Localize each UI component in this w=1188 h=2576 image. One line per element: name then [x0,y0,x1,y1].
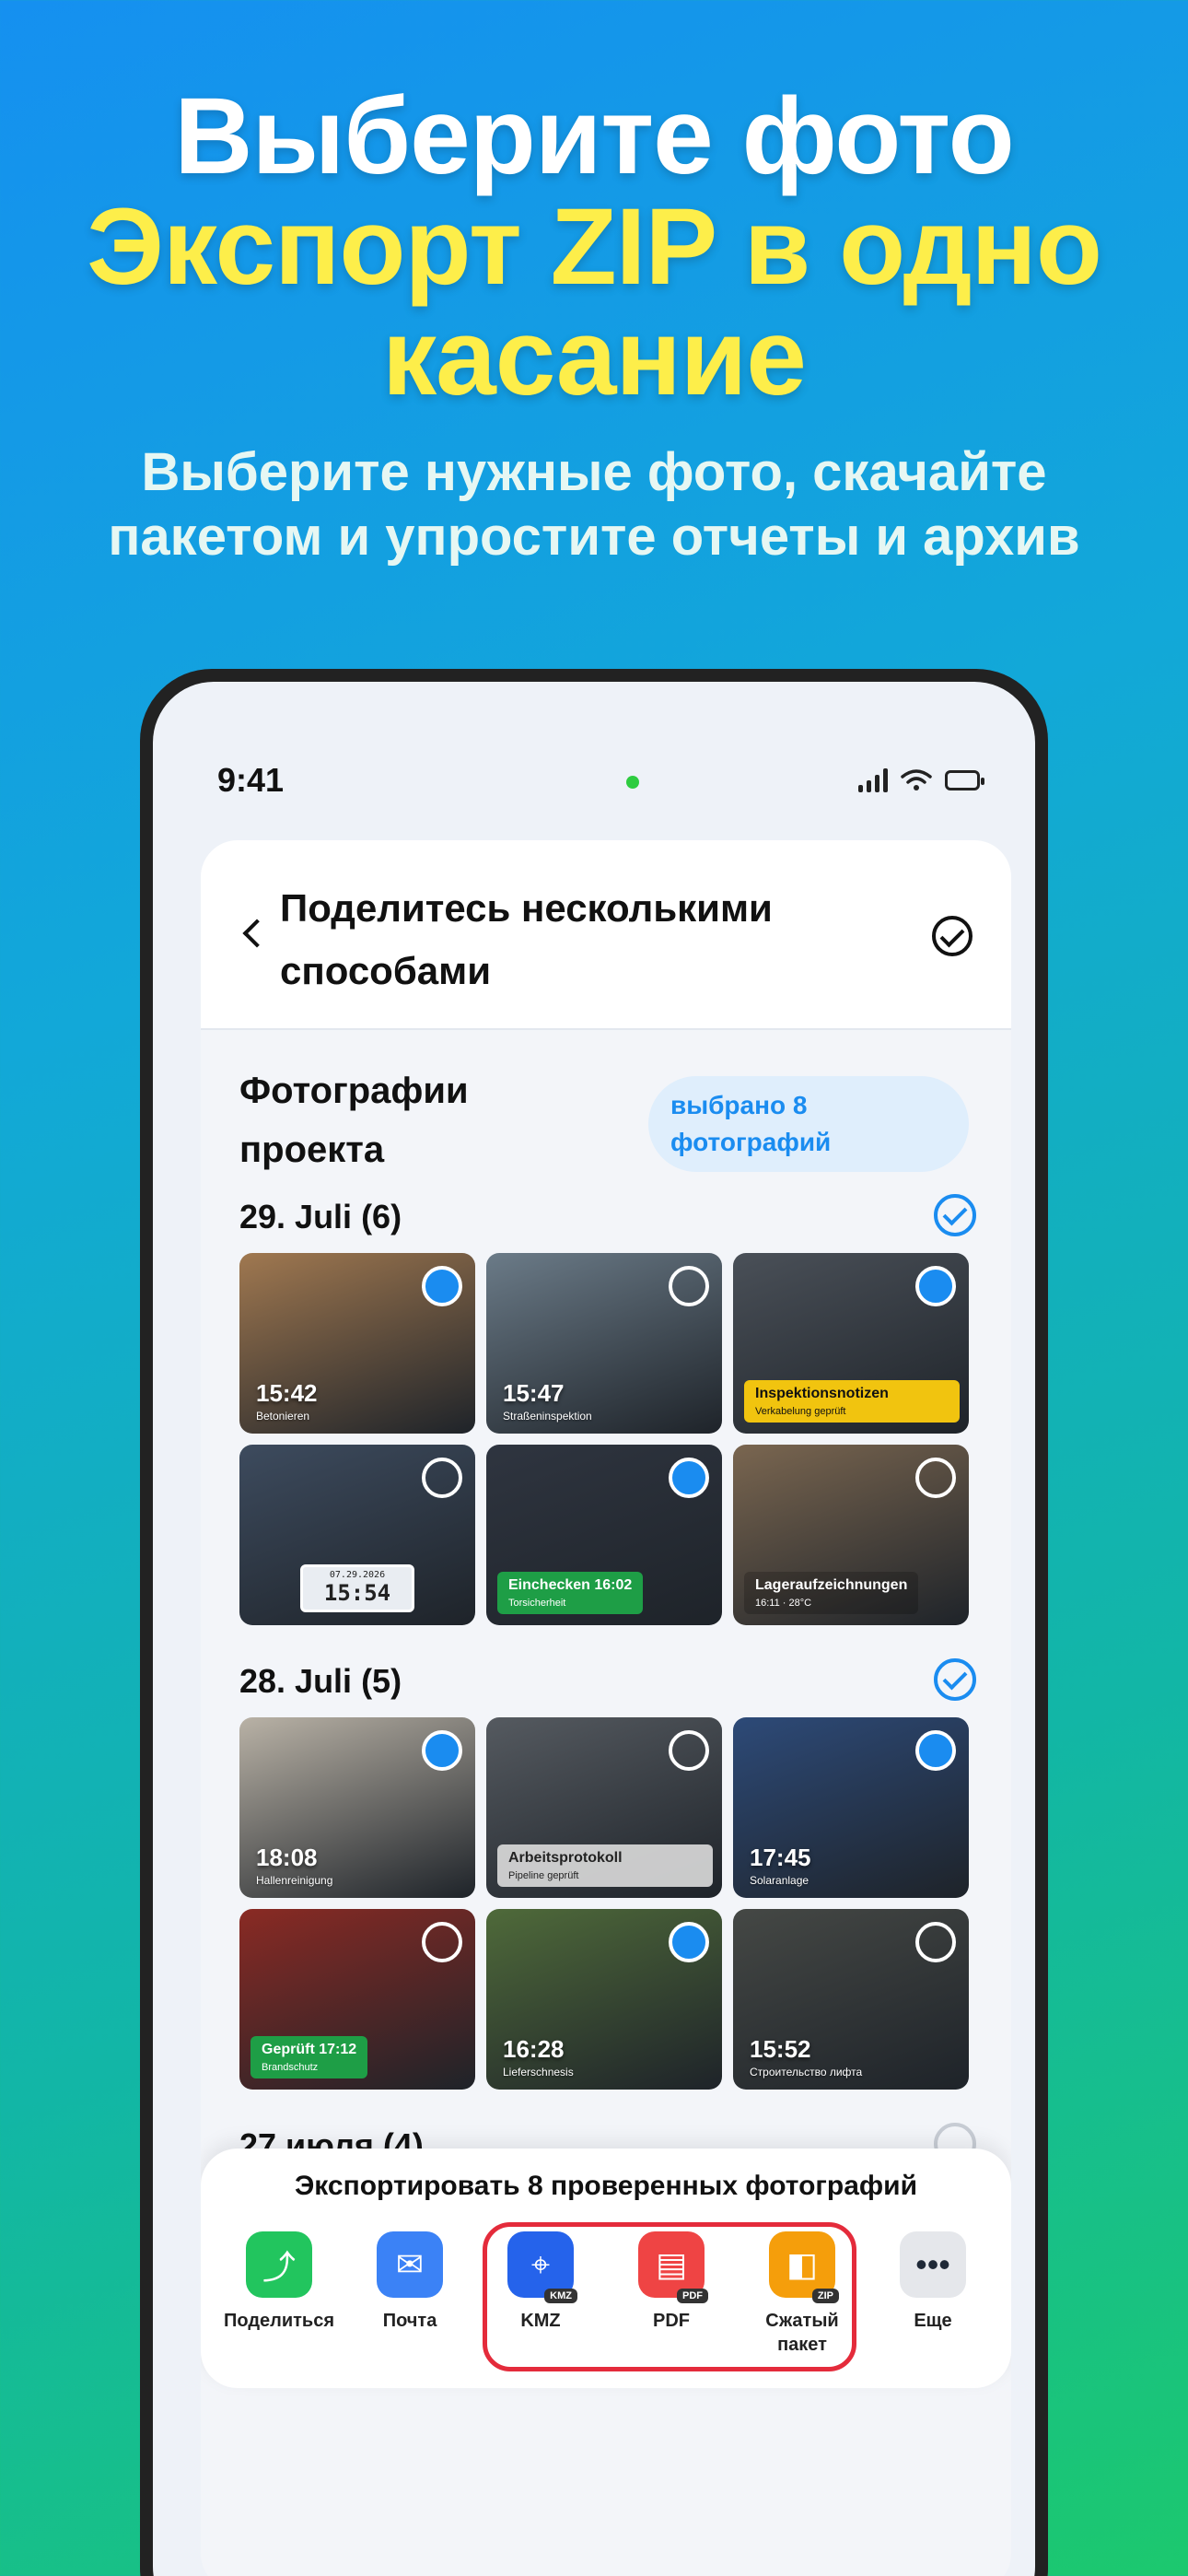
photo-select-toggle[interactable] [915,1458,956,1498]
photo-time: 15:42 [256,1379,318,1407]
photo-grid: 18:08 Hallenreinigung Arbeitsprotokoll Pipe… [239,1717,976,2090]
select-all-check-icon[interactable] [932,916,973,956]
photo-tag: Geprüft 17:12 Brandschutz [250,2036,368,2078]
photo-select-toggle[interactable] [915,1266,956,1306]
photo-thumbnail[interactable]: Arbeitsprotokoll Pipeline geprüft [486,1717,722,1898]
photo-thumbnail[interactable]: 15:42 Betonieren [239,1253,475,1434]
photo-caption: Hallenreinigung [256,1874,333,1887]
signal-icon [858,768,888,792]
section-title: Фотографии проекта [239,1071,469,1170]
photo-time: 16:28 [503,2035,565,2063]
more-icon: ••• [900,2231,966,2298]
group-select-check-icon[interactable] [934,1194,976,1236]
photo-thumbnail[interactable]: 15:52 Строительство лифта [733,1909,969,2090]
subheadline: Выберите нужные фото, скачайте пакетом и… [108,442,1080,567]
export-sheet-title: Экспортировать 8 проверенных фотографий [294,2171,918,2201]
camera-indicator-icon [626,776,639,789]
headline-line-1: Выберите фото [174,76,1014,197]
card-header: Поделитесь несколькими способами [201,840,1011,1030]
export-action-more[interactable]: ••• Еще [873,2231,993,2357]
export-action-mail[interactable]: ✉ Почта [350,2231,470,2357]
photo-select-toggle[interactable] [422,1730,462,1771]
export-sheet: Экспортировать 8 проверенных фотографий … [201,2149,1011,2388]
format-badge: KMZ [544,2289,577,2303]
headline-line-3: касание [382,297,807,418]
battery-icon [945,770,984,790]
photo-select-toggle[interactable] [422,1458,462,1498]
photo-tag: Lageraufzeichnungen 16:11 · 28°C [744,1572,919,1614]
photo-thumbnail[interactable]: 18:08 Hallenreinigung [239,1717,475,1898]
photo-caption: Строительство лифта [750,2066,863,2078]
zip-icon: ◧ ZIP [769,2231,839,2303]
export-action-label: Сжатый пакет [765,2311,839,2355]
photo-select-toggle[interactable] [669,1730,709,1771]
photo-select-toggle[interactable] [915,1730,956,1771]
wifi-icon [901,769,932,790]
photo-select-toggle[interactable] [422,1266,462,1306]
photo-grid: 15:42 Betonieren 15:47 Straßeninspektion Ins… [239,1253,976,1625]
share-icon: ⤴ [246,2231,312,2298]
back-chevron-icon[interactable] [242,919,272,948]
share-card: Поделитесь несколькими способами Фотогра… [201,840,1011,2576]
export-action-label: PDF [653,2311,690,2331]
photo-tag: Inspektionsnotizen Verkabelung geprüft [744,1380,960,1423]
selected-count-badge: выбрано 8 фотографий [648,1076,969,1172]
headline-line-2: Экспорт ZIP в одно [87,186,1102,308]
export-action-label: Почта [382,2311,437,2331]
card-title: Поделитесь несколькими способами [280,886,773,992]
date-label: 29. Juli (6) [239,1198,402,1235]
pdf-icon: ▤ PDF [638,2231,708,2303]
photo-time: 18:08 [256,1844,318,1871]
photo-thumbnail[interactable]: 17:45 Solaranlage [733,1717,969,1898]
export-action-label: Еще [914,2311,952,2331]
export-action-pdf[interactable]: ▤ PDF PDF [611,2231,731,2357]
format-badge: ZIP [811,2289,839,2303]
clock-overlay: 07.29.2026 15:54 [300,1564,414,1612]
export-action-share[interactable]: ⤴ Поделиться [219,2231,339,2357]
export-actions: ⤴ Поделиться ✉ Почта ⌖ KMZ KMZ ▤ PDF PDF ◧ ZIP Сжаты… [219,2231,993,2357]
status-icons [858,768,984,792]
headline: Выберите фото Экспорт ZIP в одно касание [0,81,1188,413]
phone-frame: 9:41 Поделитесь несколькими способами Фо… [140,669,1048,2576]
photo-tag: Einchecken 16:02 Torsicherheit [497,1572,644,1614]
status-bar: 9:41 [217,761,984,807]
photo-select-toggle[interactable] [915,1922,956,1962]
photo-thumbnail[interactable]: Einchecken 16:02 Torsicherheit [486,1445,722,1625]
photo-caption: Lieferschnesis [503,2066,574,2078]
export-action-label: Поделиться [223,2311,335,2331]
photo-time: 15:47 [503,1379,565,1407]
date-label: 28. Juli (5) [239,1662,402,1700]
photo-thumbnail[interactable]: 15:47 Straßeninspektion [486,1253,722,1434]
photo-thumbnail[interactable]: Geprüft 17:12 Brandschutz [239,1909,475,2090]
photo-select-toggle[interactable] [669,1458,709,1498]
photo-select-toggle[interactable] [422,1922,462,1962]
photo-caption: Betonieren [256,1410,310,1423]
mail-icon: ✉ [377,2231,443,2298]
photo-thumbnail[interactable]: 07.29.2026 15:54 [239,1445,475,1625]
photo-time: 15:52 [750,2035,811,2063]
status-time: 9:41 [217,761,285,799]
photo-thumbnail[interactable]: 16:28 Lieferschnesis [486,1909,722,2090]
export-action-label: KMZ [520,2311,561,2331]
photo-tag: Arbeitsprotokoll Pipeline geprüft [497,1844,713,1887]
map-icon: ⌖ KMZ [507,2231,577,2303]
photo-thumbnail[interactable]: Lageraufzeichnungen 16:11 · 28°C [733,1445,969,1625]
photo-thumbnail[interactable]: Inspektionsnotizen Verkabelung geprüft [733,1253,969,1434]
export-action-map[interactable]: ⌖ KMZ KMZ [481,2231,600,2357]
photo-select-toggle[interactable] [669,1266,709,1306]
photo-caption: Solaranlage [750,1874,809,1887]
group-select-check-icon[interactable] [934,1658,976,1701]
photo-time: 17:45 [750,1844,811,1871]
photo-select-toggle[interactable] [669,1922,709,1962]
date-group-header: 29. Juli (6) [239,1194,976,1240]
phone-screen: 9:41 Поделитесь несколькими способами Фо… [153,682,1035,2576]
format-badge: PDF [677,2289,708,2303]
date-group-header: 28. Juli (5) [239,1658,976,1704]
export-action-zip[interactable]: ◧ ZIP Сжатый пакет [742,2231,862,2357]
photo-caption: Straßeninspektion [503,1410,592,1423]
